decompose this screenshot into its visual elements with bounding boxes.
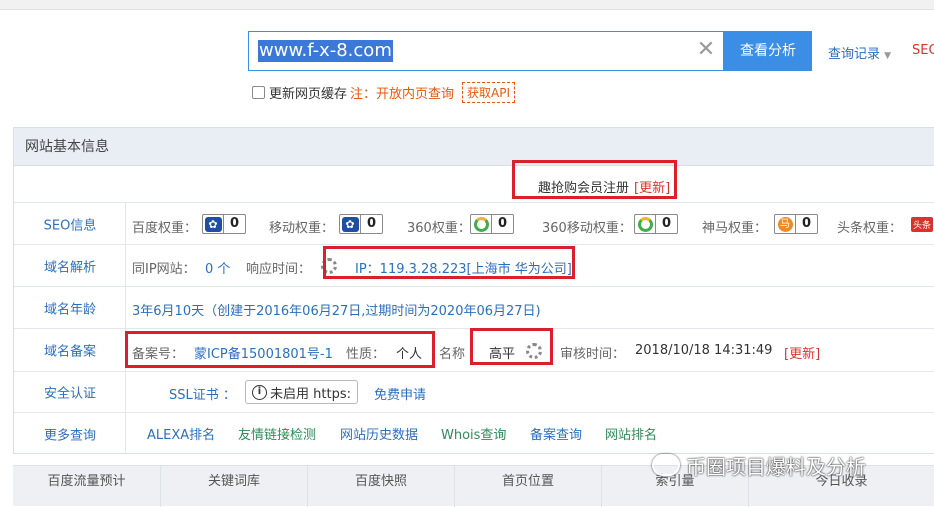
audit-time-label: 审核时间： xyxy=(560,347,626,362)
info-icon: i xyxy=(252,384,267,400)
analyze-button[interactable]: 查看分析 xyxy=(724,31,812,71)
same-ip-value[interactable]: 0 个 xyxy=(205,258,230,277)
360-weight-badge[interactable]: 0 xyxy=(470,214,514,234)
shenma-weight-label: 神马权重： xyxy=(702,221,768,236)
friend-link-check[interactable]: 友情链接检测 xyxy=(238,424,316,443)
360-mobile-weight-value: 0 xyxy=(655,215,677,233)
tab-baidu-traffic[interactable]: 百度流量预计 xyxy=(13,466,161,507)
query-history-link[interactable]: 查询记录 ▼ xyxy=(828,43,891,62)
cache-checkbox[interactable] xyxy=(252,85,265,99)
mobile-weight-label: 移动权重： xyxy=(269,221,335,236)
toutiao-weight-label: 头条权重： xyxy=(837,221,903,236)
free-apply-link[interactable]: 免费申请 xyxy=(374,384,426,403)
security-label-text: 安全认证 xyxy=(43,386,96,402)
panel-title: 网站基本信息 xyxy=(14,128,934,166)
shenma-weight-badge[interactable]: 马0 xyxy=(774,214,818,234)
tab-baidu-snapshot[interactable]: 百度快照 xyxy=(308,466,455,507)
dns-label-text: 域名解析 xyxy=(43,260,96,275)
icp-label-text: 域名备案 xyxy=(43,344,96,360)
name-highlight-box xyxy=(470,328,553,365)
360-ring-icon xyxy=(473,216,489,232)
seo-label-text: SEO信息 xyxy=(43,218,97,233)
icp-name-label: 名称 xyxy=(439,347,466,362)
audit-time-value: 2018/10/18 14:31:49 xyxy=(635,343,773,358)
search-selected-text: www.f-x-8.com xyxy=(258,40,393,62)
chevron-down-icon: ▼ xyxy=(884,51,892,61)
inner-page-note[interactable]: 注：开放内页查询 xyxy=(350,83,454,102)
ssl-label: SSL证书 ： xyxy=(169,388,236,403)
response-time-label: 响应时间： xyxy=(246,262,312,277)
age-label-text: 域名年龄 xyxy=(43,302,96,317)
shenma-icon: 马 xyxy=(777,216,793,232)
watermark-text: 币圈项目爆料及分析 xyxy=(686,454,866,479)
security-row: 安全认证 SSL证书 ： i 未启用 https: 免费申请 xyxy=(14,372,934,413)
same-ip-label: 同IP网站： xyxy=(132,262,196,277)
mobile-weight-value: 0 xyxy=(360,215,382,233)
whois-link[interactable]: Whois查询 xyxy=(441,424,506,443)
search-box[interactable]: www.f-x-8.com xyxy=(248,31,724,71)
alexa-link[interactable]: ALEXA排名 xyxy=(147,424,215,443)
icp-query-link[interactable]: 备案查询 xyxy=(530,424,582,443)
icp-update-link[interactable]: [更新] xyxy=(784,343,820,362)
360-weight-value: 0 xyxy=(491,215,513,233)
promo-highlight-box xyxy=(512,160,677,199)
more-row: 更多查询 ALEXA排名 友情链接检测 网站历史数据 Whois查询 备案查询 … xyxy=(14,413,934,454)
site-rank-link[interactable]: 网站排名 xyxy=(605,424,657,443)
domain-age-value: 3年6月10天（创建于2016年06月27日,过期时间为2020年06月27日) xyxy=(132,304,541,319)
options-row: 更新网页缓存 注：开放内页查询 获取API xyxy=(252,81,516,103)
age-label: 域名年龄 xyxy=(14,287,126,328)
360-weight-label: 360权重： xyxy=(407,221,471,236)
history-data-link[interactable]: 网站历史数据 xyxy=(340,424,418,443)
wechat-icon xyxy=(652,454,680,476)
tab-keywords[interactable]: 关键词库 xyxy=(161,466,308,507)
360-mobile-weight-label: 360移动权重： xyxy=(542,221,632,236)
360-ring-icon xyxy=(637,216,653,232)
close-icon[interactable]: ✕ xyxy=(694,38,718,62)
ip-highlight-box xyxy=(323,246,575,279)
cache-checkbox-label: 更新网页缓存 xyxy=(269,86,348,102)
ssl-status-text: 未启用 https: xyxy=(270,386,351,402)
seo-label: SEO信息 xyxy=(14,203,126,244)
query-history-label: 查询记录 xyxy=(828,47,881,62)
shenma-weight-value: 0 xyxy=(795,215,817,233)
seo-row: SEO信息 百度权重： ✿ 0 移动权重： ✿ 0 360权重： 0 360移动权重… xyxy=(14,203,934,245)
security-label: 安全认证 xyxy=(14,372,126,412)
more-label-text: 更多查询 xyxy=(43,428,96,443)
promo-row: 趣抢购会员注册 [更新] xyxy=(14,167,934,203)
dns-label: 域名解析 xyxy=(14,245,126,286)
mobile-weight-badge[interactable]: ✿ 0 xyxy=(339,214,383,234)
360-mobile-weight-badge[interactable]: 0 xyxy=(634,214,678,234)
baidu-weight-value: 0 xyxy=(223,215,245,233)
baidu-weight-badge[interactable]: ✿ 0 xyxy=(202,214,246,234)
site-info-panel: 网站基本信息 趣抢购会员注册 [更新] SEO信息 百度权重： ✿ 0 移动权重：… xyxy=(13,127,934,454)
tab-homepage-position[interactable]: 首页位置 xyxy=(455,466,602,507)
top-strip xyxy=(0,0,934,10)
seo-link[interactable]: SEO xyxy=(912,43,934,58)
baidu-weight-label: 百度权重： xyxy=(132,221,198,236)
get-api-link[interactable]: 获取API xyxy=(462,81,516,103)
more-label: 更多查询 xyxy=(14,413,126,454)
baidu-paw-icon: ✿ xyxy=(204,216,222,232)
ssl-status[interactable]: i 未启用 https: xyxy=(245,380,358,404)
age-row: 域名年龄 3年6月10天（创建于2016年06月27日,过期时间为2020年06… xyxy=(14,287,934,329)
toutiao-icon[interactable]: 头条 xyxy=(911,217,934,232)
watermark: 币圈项目爆料及分析 xyxy=(652,450,866,480)
icp-highlight-box xyxy=(125,331,435,368)
icp-label: 域名备案 xyxy=(14,329,126,371)
baidu-paw-icon: ✿ xyxy=(341,216,359,232)
